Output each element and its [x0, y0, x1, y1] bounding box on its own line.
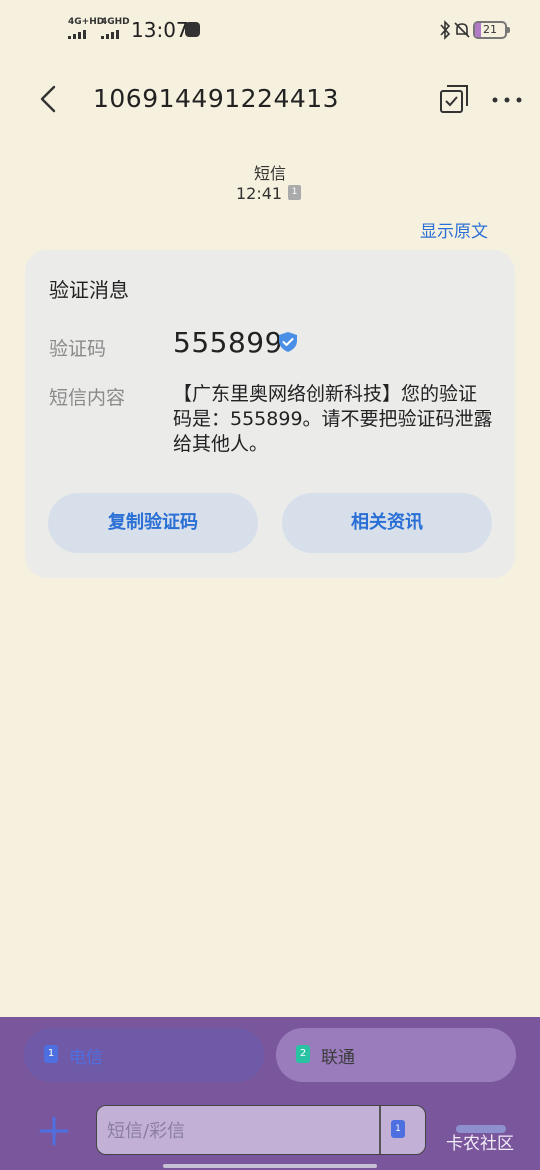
add-attachment-icon[interactable] [38, 1115, 70, 1147]
compose-panel: 1 电信 2 联通 1 卡农社区 [0, 1017, 540, 1170]
verification-code: 555899 [173, 326, 283, 359]
more-options-icon[interactable] [491, 90, 523, 110]
multi-select-icon[interactable] [438, 83, 470, 115]
network-indicator-1: 4G+HD [68, 18, 104, 39]
message-content: 【广东里奥网络创新科技】您的验证码是：555899。请不要把验证码泄露给其他人。 [173, 383, 493, 455]
network-indicator-2: 4GHD [101, 18, 130, 39]
signal-icon [68, 30, 104, 39]
battery-level: 21 [483, 23, 497, 36]
sim-tab-2[interactable]: 2 联通 [276, 1028, 516, 1082]
network-2-label: 4GHD [101, 17, 130, 27]
input-divider [379, 1106, 381, 1154]
sim-1-icon: 1 [44, 1045, 58, 1063]
sim-select-icon[interactable]: 1 [391, 1120, 405, 1138]
status-time: 13:07 [131, 18, 189, 42]
mute-bell-icon [454, 22, 470, 38]
related-info-button[interactable]: 相关资讯 [282, 493, 492, 553]
conversation-header: 106914491224413 [0, 70, 540, 130]
signal-icon [101, 30, 130, 39]
network-1-label: 4G+HD [68, 17, 105, 27]
sim-tab-1[interactable]: 1 电信 [24, 1028, 264, 1082]
code-label: 验证码 [49, 338, 107, 360]
show-original-link[interactable]: 显示原文 [420, 217, 488, 242]
battery-indicator: 21 [473, 21, 510, 39]
home-indicator[interactable] [163, 1164, 377, 1168]
sim-2-name: 联通 [321, 1048, 355, 1068]
watermark: 卡农社区 [446, 1134, 514, 1154]
notification-icon [185, 22, 200, 37]
sender-number: 106914491224413 [93, 84, 340, 113]
sim-2-icon: 2 [296, 1045, 310, 1063]
status-bar: 4G+HD 4GHD 13:07 21 [0, 0, 540, 60]
message-time: 12:41 [236, 184, 283, 203]
content-label: 短信内容 [49, 387, 126, 409]
bluetooth-icon [440, 20, 451, 40]
message-input[interactable] [107, 1116, 367, 1146]
card-title: 验证消息 [49, 278, 129, 302]
sim-slot-badge: 1 [288, 185, 301, 200]
back-arrow-icon[interactable] [34, 84, 64, 114]
verified-shield-icon [279, 332, 297, 352]
message-input-box: 1 [96, 1105, 426, 1155]
copy-code-button[interactable]: 复制验证码 [48, 493, 258, 553]
verification-card: 验证消息 验证码 555899 短信内容 【广东里奥网络创新科技】您的验证码是：… [25, 250, 515, 578]
message-type-label: 短信 [253, 164, 286, 183]
sim-1-name: 电信 [69, 1048, 103, 1068]
